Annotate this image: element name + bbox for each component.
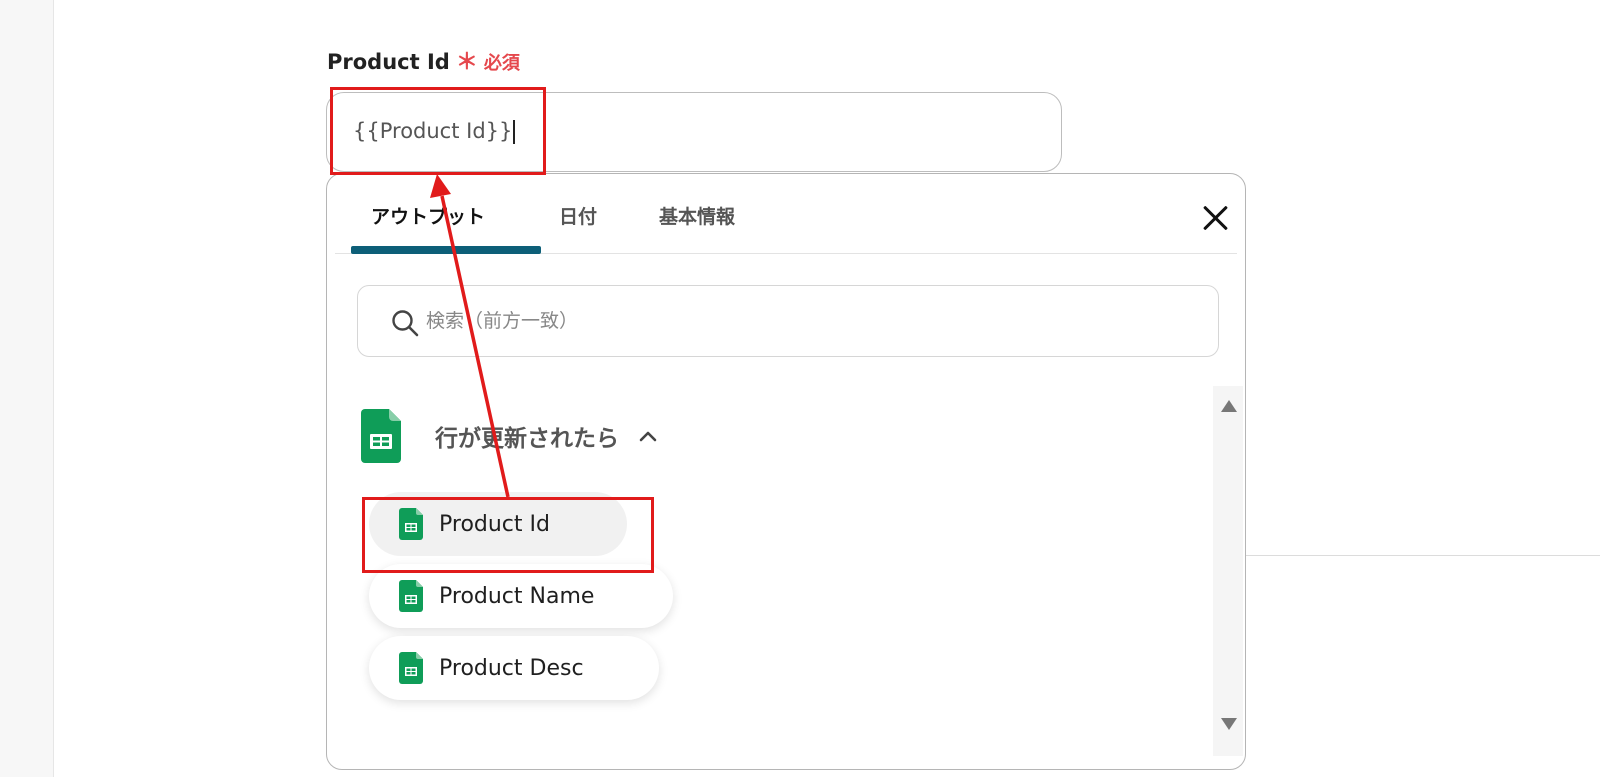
field-label-text: Product Id: [327, 50, 450, 74]
tab-date[interactable]: 日付: [559, 202, 597, 229]
scroll-up-arrow-icon[interactable]: [1221, 400, 1237, 412]
product-id-input[interactable]: {{Product Id}}: [326, 92, 1062, 172]
output-item-product-id[interactable]: Product Id: [369, 492, 627, 556]
required-asterisk: ＊: [455, 50, 478, 75]
search-box[interactable]: [357, 285, 1219, 357]
output-picker-popup: アウトプット 日付 基本情報 行が更新されたら: [326, 173, 1246, 770]
group-header-row-updated[interactable]: 行が更新されたら: [361, 406, 657, 466]
left-sidebar: [0, 0, 54, 777]
output-item-label: Product Id: [439, 511, 550, 537]
active-tab-indicator: [351, 246, 541, 254]
output-item-product-desc[interactable]: Product Desc: [369, 636, 659, 700]
output-item-label: Product Name: [439, 583, 595, 609]
group-title: 行が更新されたら: [435, 426, 619, 452]
output-item-product-name[interactable]: Product Name: [369, 564, 673, 628]
output-list: 行が更新されたら Product Id Product Name Product…: [337, 386, 1217, 756]
google-sheets-icon: [361, 409, 401, 463]
google-sheets-icon: [399, 508, 423, 540]
divider: [1222, 555, 1600, 556]
input-value-text: {{Product Id}}: [353, 119, 513, 143]
required-text: 必須: [483, 53, 520, 74]
google-sheets-icon: [399, 652, 423, 684]
google-sheets-icon: [399, 580, 423, 612]
chevron-up-icon[interactable]: [639, 430, 657, 442]
scroll-down-arrow-icon[interactable]: [1221, 718, 1237, 730]
tab-basic-info[interactable]: 基本情報: [659, 202, 735, 229]
text-caret: [513, 120, 515, 144]
scrollbar[interactable]: [1213, 386, 1243, 756]
product-id-field-label: Product Id ＊ 必須: [327, 44, 520, 76]
tab-bar: アウトプット 日付 基本情報: [335, 174, 1237, 254]
search-icon: [392, 310, 419, 337]
product-id-input-value[interactable]: {{Product Id}}: [353, 119, 515, 144]
output-item-label: Product Desc: [439, 655, 584, 681]
close-icon[interactable]: [1197, 200, 1233, 236]
search-input[interactable]: [426, 304, 1186, 338]
tab-output[interactable]: アウトプット: [371, 202, 485, 229]
